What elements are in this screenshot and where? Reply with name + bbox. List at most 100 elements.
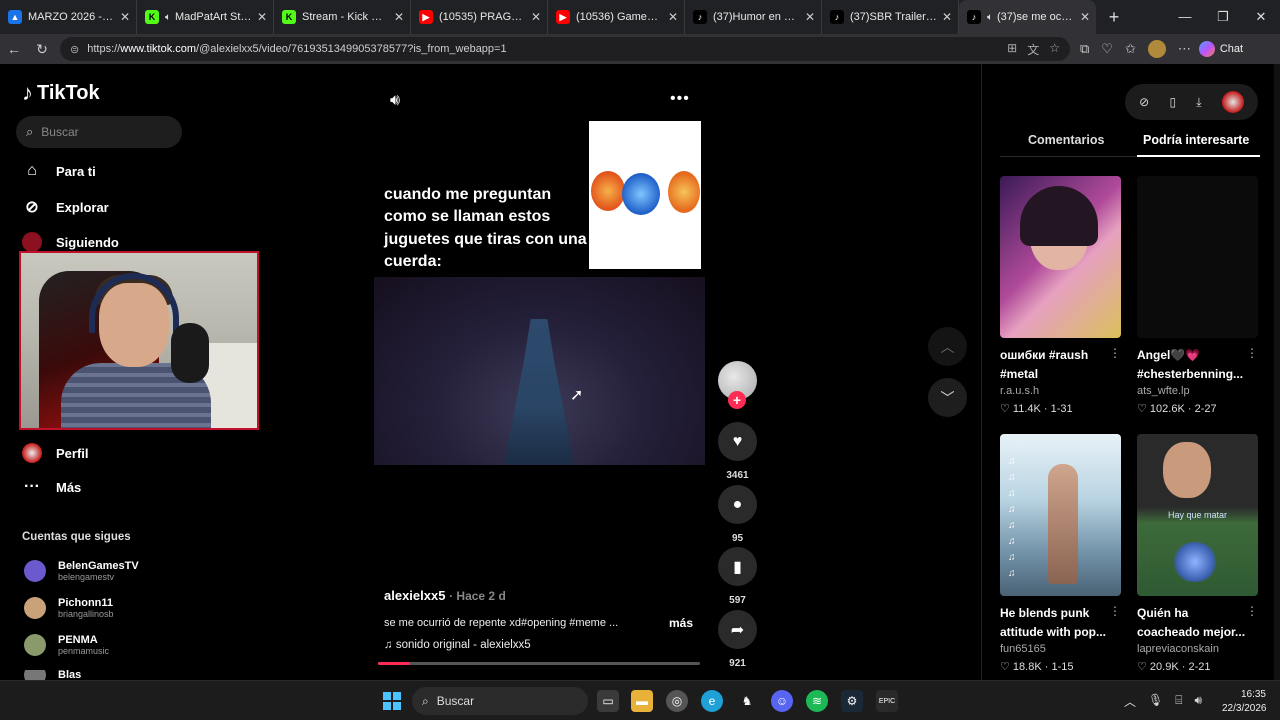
back-icon[interactable]: ← [0, 41, 28, 57]
browser-tab[interactable]: ♪ 🔈︎ (37)se me ocurri ✕ [959, 0, 1096, 34]
windows-start-icon[interactable] [381, 690, 403, 712]
followed-account[interactable]: Pichonn11 briangallinosb [24, 597, 114, 619]
page-scrollbar[interactable] [1274, 64, 1280, 680]
browser-tab[interactable]: ▶ (10535) PRAGMATA ✕ [411, 0, 548, 34]
browser-tab[interactable]: ♪ (37)Humor en Pabell ✕ [685, 0, 822, 34]
tab-close-icon[interactable]: ✕ [531, 10, 541, 24]
card-author: r.a.u.s.h [1000, 385, 1040, 397]
video-player[interactable]: ➚ [374, 277, 705, 465]
close-window-icon[interactable]: ✕ [1242, 0, 1280, 34]
chevron-down-icon: ﹀ [940, 389, 955, 406]
next-video-button[interactable]: ﹀ [928, 378, 967, 417]
tab-close-icon[interactable]: ✕ [257, 10, 267, 24]
restore-icon[interactable]: ❐ [1204, 0, 1242, 34]
settings-more-icon[interactable]: ⋯ [1178, 41, 1191, 57]
progress-fill [378, 662, 411, 665]
video-thumbnail[interactable]: ♫ ♫ ♫ ♫ ♫ ♫ ♫ ♫ [1000, 434, 1121, 596]
tab-close-icon[interactable]: ✕ [668, 10, 678, 24]
app-available-icon[interactable]: ⊞ [1007, 41, 1017, 58]
previous-video-button[interactable]: ︿ [928, 327, 967, 366]
tab-close-icon[interactable]: ✕ [942, 10, 952, 24]
epic-games-icon[interactable]: EPIC [876, 690, 898, 712]
sidebar-item-siguiendo[interactable]: Siguiendo [22, 232, 119, 252]
browser-tab[interactable]: K 🔈︎ MadPatArt Strea ✕ [137, 0, 274, 34]
followed-account[interactable]: PENMA penmamusic [24, 634, 109, 656]
sidebar-item-para-ti[interactable]: ⌂ Para ti [22, 162, 96, 180]
new-tab-icon[interactable]: + [1102, 7, 1126, 28]
comment-count: 95 [731, 533, 744, 544]
card-more-icon[interactable]: ⋮ [1246, 346, 1258, 360]
video-thumbnail[interactable]: Hay que matar [1137, 434, 1258, 596]
browser-tab[interactable]: ♪ (37)SBR Trailer Relea ✕ [822, 0, 959, 34]
video-thumbnail[interactable] [1137, 176, 1258, 338]
video-author[interactable]: alexielxx5 · Hace 2 d [384, 588, 506, 603]
suggested-video-card[interactable]: Angel🖤💗 #chesterbenning... ⋮ ats_wfte.lp… [1137, 176, 1258, 415]
browser-essentials-icon[interactable]: ♡ [1101, 41, 1113, 57]
network-icon[interactable]: ⌸ [1175, 693, 1182, 710]
favorites-icon[interactable]: ✩ [1125, 41, 1136, 57]
tiktok-logo[interactable]: ♪ TikTok [22, 80, 100, 106]
card-author: lapreviaconskain [1137, 643, 1219, 655]
suggested-video-card[interactable]: ♫ ♫ ♫ ♫ ♫ ♫ ♫ ♫ He blends punk attitude with po… [1000, 434, 1121, 673]
card-more-icon[interactable]: ⋮ [1246, 604, 1258, 618]
user-avatar[interactable] [1221, 91, 1244, 113]
suggested-video-card[interactable]: Hay que matar Quién ha coacheado mejor..… [1137, 434, 1258, 673]
file-explorer-icon[interactable]: ▬ [631, 690, 653, 712]
video-sound[interactable]: ♫ sonido original - alexielxx5 [384, 639, 531, 651]
favorite-star-icon[interactable]: ☆ [1049, 41, 1060, 58]
caption-more-link[interactable]: más [669, 616, 693, 630]
sidebar-item-explorar[interactable]: ⊘ Explorar [22, 197, 108, 217]
follow-plus-button[interactable]: + [728, 391, 746, 409]
followed-account[interactable]: BelenGamesTV belengamestv [24, 560, 139, 582]
task-view-icon[interactable]: ▭ [597, 690, 619, 712]
browser-tab[interactable]: ▶ (10536) GameTrailers ✕ [548, 0, 685, 34]
microphone-icon[interactable]: 🎙︎ [1148, 693, 1163, 710]
tab-close-icon[interactable]: ✕ [1080, 10, 1090, 24]
steam-icon[interactable]: ⚙ [841, 690, 863, 712]
reload-icon[interactable]: ↻ [28, 41, 56, 58]
video-more-options-icon[interactable]: ••• [670, 90, 690, 108]
browser-tab[interactable]: ▲ MARZO 2026 - Goog ✕ [0, 0, 137, 34]
site-info-icon[interactable]: ⊜ [70, 43, 79, 56]
followed-account[interactable]: Blas [24, 670, 81, 680]
device-icon[interactable]: ▯ [1169, 95, 1176, 109]
comment-action[interactable]: ● 95 [718, 485, 757, 544]
profile-avatar-icon[interactable] [1147, 40, 1166, 58]
tab-close-icon[interactable]: ✕ [805, 10, 815, 24]
video-progress-bar[interactable] [378, 662, 700, 665]
sidebar-item-mas[interactable]: ··· Más [22, 478, 81, 496]
tab-podria-interesarte[interactable]: Podría interesarte [1143, 133, 1249, 147]
tab-audio-icon[interactable]: 🔈︎ [165, 12, 171, 23]
search-input[interactable]: ⌕ Buscar [16, 116, 182, 148]
system-clock[interactable]: 16:35 22/3/2026 [1222, 688, 1267, 715]
discord-icon[interactable]: ☺ [771, 690, 793, 712]
edge-icon[interactable]: e [701, 690, 723, 712]
extensions-icon[interactable]: ⧉ [1080, 41, 1089, 57]
download-icon[interactable]: ⤓ [1196, 95, 1201, 110]
card-more-icon[interactable]: ⋮ [1109, 346, 1121, 360]
spotify-icon[interactable]: ≋ [806, 690, 828, 712]
like-action[interactable]: ♥ 3461 [718, 422, 757, 481]
video-thumbnail[interactable] [1000, 176, 1121, 338]
volume-icon[interactable]: 🔊︎ [1194, 693, 1202, 710]
tab-close-icon[interactable]: ✕ [120, 10, 130, 24]
copilot-chat-button[interactable]: Chat [1198, 41, 1243, 57]
compass-icon[interactable]: ⊘ [1139, 95, 1149, 109]
translate-icon[interactable]: 文 [1027, 41, 1039, 58]
card-more-icon[interactable]: ⋮ [1109, 604, 1121, 618]
browser-tab[interactable]: K Stream - Kick Dashbo ✕ [274, 0, 411, 34]
share-action[interactable]: ➦ 921 [718, 610, 757, 669]
chevron-up-icon[interactable]: ︿ [1124, 693, 1136, 710]
volume-icon[interactable]: 🔊︎ [390, 92, 400, 110]
sidebar-item-perfil[interactable]: Perfil [22, 443, 89, 463]
minimize-icon[interactable]: — [1166, 0, 1204, 34]
save-action[interactable]: ▮ 597 [718, 547, 757, 606]
taskbar-search[interactable]: ⌕ Buscar [412, 687, 588, 715]
tab-close-icon[interactable]: ✕ [394, 10, 404, 24]
tab-audio-icon[interactable]: 🔈︎ [987, 12, 993, 23]
url-field[interactable]: ⊜ https://www.tiktok.com/@alexielxx5/vid… [60, 37, 1070, 61]
suggested-video-card[interactable]: ошибки #raush #metal ⋮ r.a.u.s.h ♡ 11.4K… [1000, 176, 1121, 415]
chrome-icon[interactable]: ◎ [666, 690, 688, 712]
chess-icon[interactable]: ♞ [736, 690, 758, 712]
tab-comentarios[interactable]: Comentarios [1028, 133, 1104, 147]
